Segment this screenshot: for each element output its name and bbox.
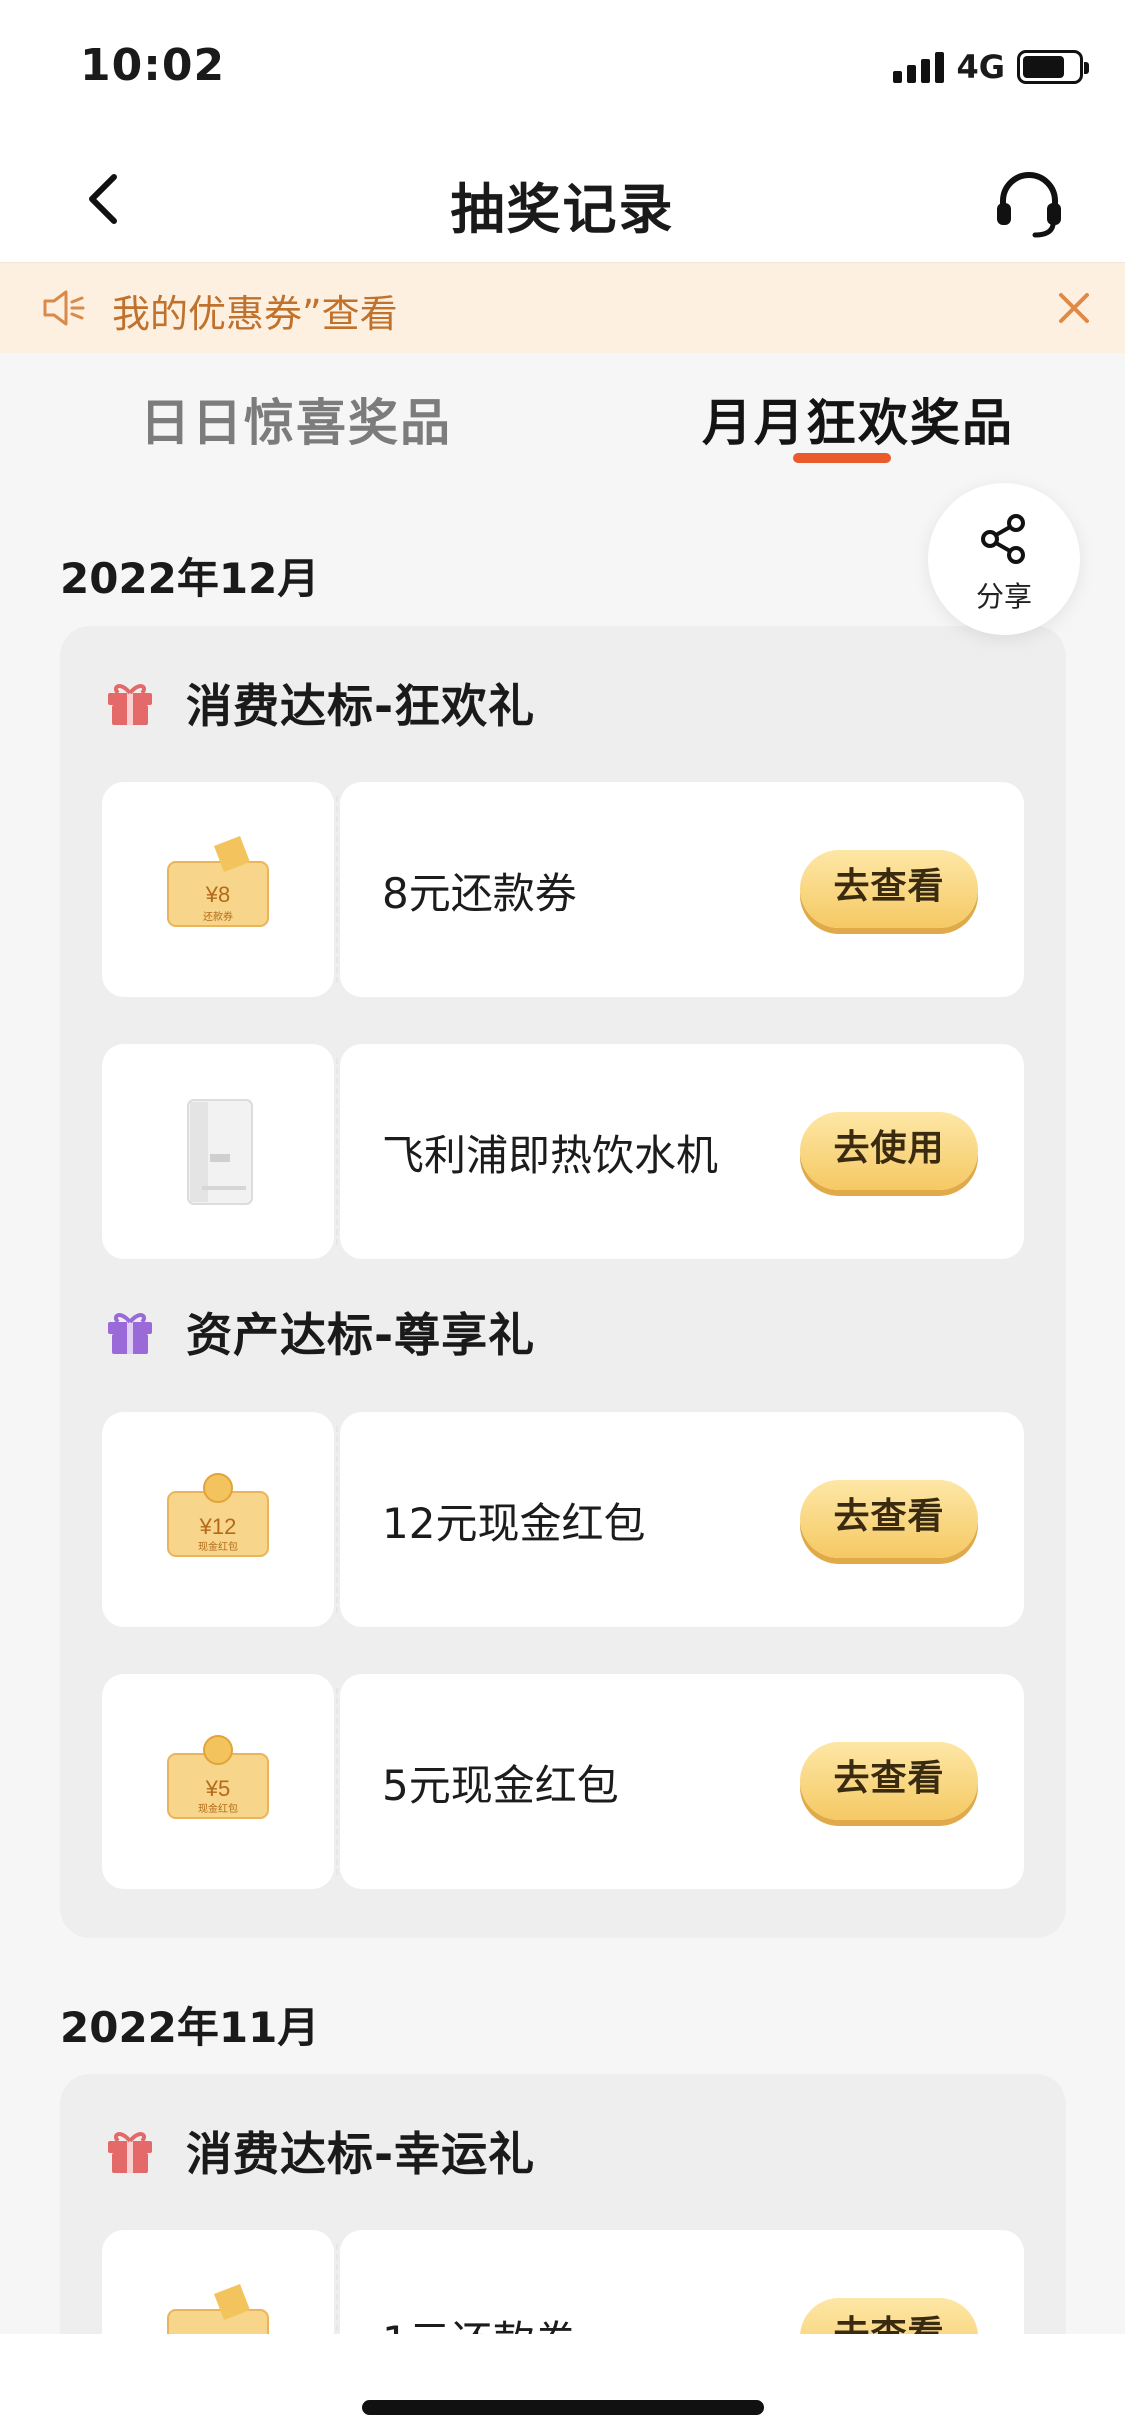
- category-header: 消费达标-狂欢礼: [104, 670, 535, 736]
- view-prize-button[interactable]: 去查看: [800, 1742, 978, 1820]
- category-title: 消费达标-幸运礼: [186, 2127, 536, 2181]
- category-title: 资产达标-尊享礼: [186, 1308, 536, 1362]
- active-tab-indicator: [793, 453, 891, 463]
- signal-icon: [893, 51, 945, 83]
- tab-bar: 日日惊喜奖品 月月狂欢奖品: [0, 353, 1125, 463]
- prize-name: 12元现金红包: [382, 1499, 646, 1548]
- packet-caption: 现金红包: [198, 1802, 238, 1815]
- tab-daily-surprise[interactable]: 日日惊喜奖品: [140, 383, 452, 455]
- status-time: 10:02: [80, 40, 226, 91]
- prize-info-panel: 5元现金红包 去查看: [340, 1674, 1024, 1889]
- category-title: 消费达标-狂欢礼: [186, 679, 536, 733]
- prize-name: 8元还款券: [382, 869, 577, 918]
- customer-service-icon[interactable]: [991, 165, 1067, 241]
- prize-info-panel: 飞利浦即热饮水机 去使用: [340, 1044, 1024, 1259]
- use-prize-button[interactable]: 去使用: [800, 1112, 978, 1190]
- close-icon[interactable]: [1053, 287, 1095, 329]
- prize-card: 飞利浦即热饮水机 去使用: [102, 1044, 1024, 1259]
- gift-purple-icon: [108, 1313, 152, 1354]
- speaker-icon: [43, 290, 85, 326]
- month-label: 2022年12月: [60, 554, 320, 603]
- coupon-icon: ¥8 还款券: [167, 836, 269, 927]
- gift-red-icon: [108, 684, 152, 725]
- status-indicators: 4G: [893, 48, 1089, 86]
- prize-card: ¥12 现金红包 12元现金红包 去查看: [102, 1412, 1024, 1627]
- category-header: 资产达标-尊享礼: [104, 1299, 535, 1365]
- prize-info-panel: 8元还款券 去查看: [340, 782, 1024, 997]
- ticket-divider: [336, 796, 338, 983]
- view-prize-button[interactable]: 去查看: [800, 850, 978, 928]
- coupon-amount: ¥8: [205, 882, 230, 907]
- nav-bar: 抽奖记录: [0, 135, 1125, 263]
- status-bar: 10:02 4G: [0, 0, 1125, 135]
- prize-image-panel: ¥12 现金红包: [102, 1412, 334, 1627]
- view-prize-button[interactable]: 去查看: [800, 1480, 978, 1558]
- prize-card: ¥5 现金红包 5元现金红包 去查看: [102, 1674, 1024, 1889]
- prize-image-panel: [102, 1044, 334, 1259]
- share-icon: [981, 514, 1025, 564]
- ticket-divider: [336, 1688, 338, 1875]
- ticket-divider: [336, 1426, 338, 1613]
- red-packet-icon: ¥12 现金红包: [167, 1473, 269, 1557]
- prize-image-panel: ¥8 还款券: [102, 782, 334, 997]
- packet-amount: ¥5: [205, 1776, 230, 1801]
- share-button[interactable]: 分享: [928, 483, 1080, 635]
- home-indicator-area: [0, 2334, 1125, 2436]
- prize-info-panel: 12元现金红包 去查看: [340, 1412, 1024, 1627]
- category-header: 消费达标-幸运礼: [104, 2118, 535, 2184]
- prize-name: 5元现金红包: [382, 1761, 619, 1810]
- tab-monthly-carnival[interactable]: 月月狂欢奖品: [702, 383, 1014, 455]
- packet-amount: ¥12: [199, 1514, 237, 1539]
- red-packet-icon: ¥5 现金红包: [167, 1735, 269, 1819]
- network-type: 4G: [956, 48, 1005, 86]
- share-label: 分享: [975, 580, 1032, 613]
- gift-red-icon: [108, 2132, 152, 2173]
- ticket-divider: [336, 1058, 338, 1245]
- prize-card: ¥8 还款券 8元还款券 去查看: [102, 782, 1024, 997]
- home-indicator[interactable]: [362, 2400, 764, 2415]
- notice-text: 我的优惠券”查看: [112, 292, 398, 336]
- prize-name: 飞利浦即热饮水机: [382, 1131, 719, 1180]
- notice-banner: 我的优惠券”查看: [0, 263, 1125, 353]
- page-title: 抽奖记录: [450, 178, 675, 241]
- prize-image-panel: ¥5 现金红包: [102, 1674, 334, 1889]
- month-prize-box: 消费达标-狂欢礼 ¥8 还款券 8元还款券 去查看 飞利浦即热饮水机 去使用 资…: [60, 626, 1066, 1938]
- packet-caption: 现金红包: [198, 1540, 238, 1553]
- battery-icon: [1017, 50, 1089, 84]
- month-label: 2022年11月: [60, 2003, 320, 2052]
- water-dispenser-image: [187, 1099, 253, 1205]
- coupon-caption: 还款券: [203, 910, 233, 923]
